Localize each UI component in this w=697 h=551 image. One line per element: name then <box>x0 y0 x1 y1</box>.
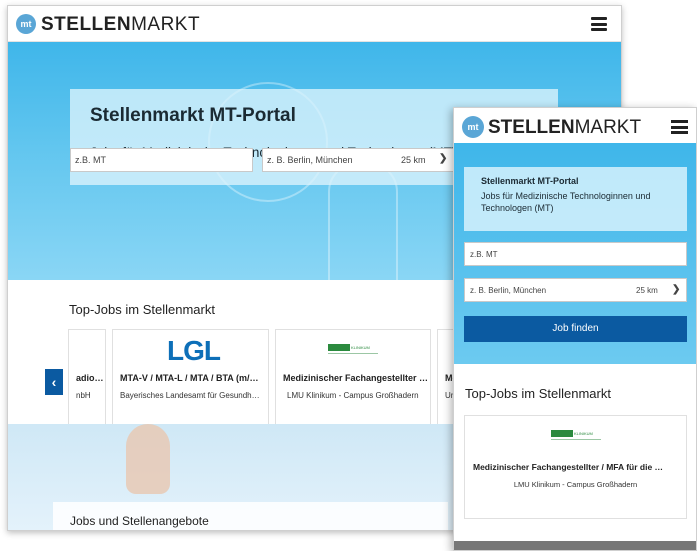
job-card-employer: LMU Klinikum - Campus Großhadern <box>287 391 419 400</box>
keyword-search-input[interactable]: z.B. MT <box>464 242 687 266</box>
job-card-employer: Bayerisches Landesamt für Gesundh… <box>120 391 260 400</box>
logo-bold: STELLEN <box>41 14 132 35</box>
employer-logo: LGL <box>167 335 221 366</box>
location-input[interactable]: z. B. Berlin, München 25 km ❯ <box>262 148 458 172</box>
chevron-left-icon: ‹ <box>51 374 57 390</box>
mobile-hero: Stellenmarkt MT-Portal Jobs für Medizini… <box>454 143 696 364</box>
site-logo[interactable]: STELLENMARKT <box>41 14 200 36</box>
hero-title: Stellenmarkt MT-Portal <box>481 176 579 186</box>
mobile-header: mt STELLENMARKT <box>454 108 696 143</box>
carousel-prev-button[interactable]: ‹ <box>45 369 63 395</box>
hamburger-menu-icon[interactable] <box>671 120 688 134</box>
mobile-bottom-bar <box>454 541 696 550</box>
radius-select[interactable]: 25 km <box>636 286 658 295</box>
job-card-employer: nbH <box>76 391 91 400</box>
job-card[interactable]: adio… nbH <box>68 329 106 432</box>
hero-image-hand <box>126 424 170 494</box>
hero-panel: Stellenmarkt MT-Portal Jobs für Medizini… <box>464 167 687 231</box>
topjobs-heading: Top-Jobs im Stellenmarkt <box>465 386 611 401</box>
location-placeholder: z. B. Berlin, München <box>470 286 547 295</box>
employer-logo: KLINIKUM <box>551 430 601 442</box>
location-placeholder: z. B. Berlin, München <box>267 155 353 165</box>
chevron-down-icon[interactable]: ❯ <box>439 153 447 164</box>
jobs-panel: Jobs und Stellenangebote <box>53 502 448 530</box>
logo-badge[interactable]: mt <box>16 14 36 34</box>
job-card-title: Medizinischer Fachangestellter … <box>283 373 429 383</box>
site-header: mt STELLENMARKT <box>8 6 621 42</box>
job-card-title: Medizinischer Fachangestellter / MFA für… <box>473 462 664 472</box>
logo-light: MARKT <box>131 14 201 35</box>
mobile-view: mt STELLENMARKT Stellenmarkt MT-Portal J… <box>453 107 697 551</box>
keyword-search-input[interactable]: z.B. MT <box>70 148 253 172</box>
hero-subtitle: Jobs für Medizinische Technologinnen und… <box>481 191 651 213</box>
logo-badge[interactable]: mt <box>462 116 484 138</box>
hero-title: Stellenmarkt MT-Portal <box>90 105 296 126</box>
job-card-title: MTA-V / MTA-L / MTA / BTA (m/… <box>120 373 259 383</box>
logo-light: MARKT <box>574 117 642 138</box>
hamburger-menu-icon[interactable] <box>591 17 607 31</box>
jobs-heading: Jobs und Stellenangebote <box>70 514 209 528</box>
job-card[interactable]: KLINIKUM Medizinischer Fachangestellter … <box>464 415 687 519</box>
job-card-employer: LMU Klinikum - Campus Großhadern <box>513 480 638 489</box>
job-search-button[interactable]: Job finden <box>464 316 687 342</box>
job-card[interactable]: LGL MTA-V / MTA-L / MTA / BTA (m/… Bayer… <box>112 329 269 432</box>
employer-logo: KLINIKUM <box>328 344 378 356</box>
topjobs-heading: Top-Jobs im Stellenmarkt <box>69 302 215 317</box>
radius-select[interactable]: 25 km <box>401 155 426 165</box>
job-card[interactable]: KLINIKUM Medizinischer Fachangestellter … <box>275 329 431 432</box>
chevron-down-icon[interactable]: ❯ <box>672 284 680 295</box>
job-card-title: adio… <box>76 373 104 383</box>
site-logo[interactable]: STELLENMARKT <box>488 117 641 139</box>
location-input[interactable]: z. B. Berlin, München 25 km ❯ <box>464 278 687 302</box>
logo-bold: STELLEN <box>488 117 575 138</box>
